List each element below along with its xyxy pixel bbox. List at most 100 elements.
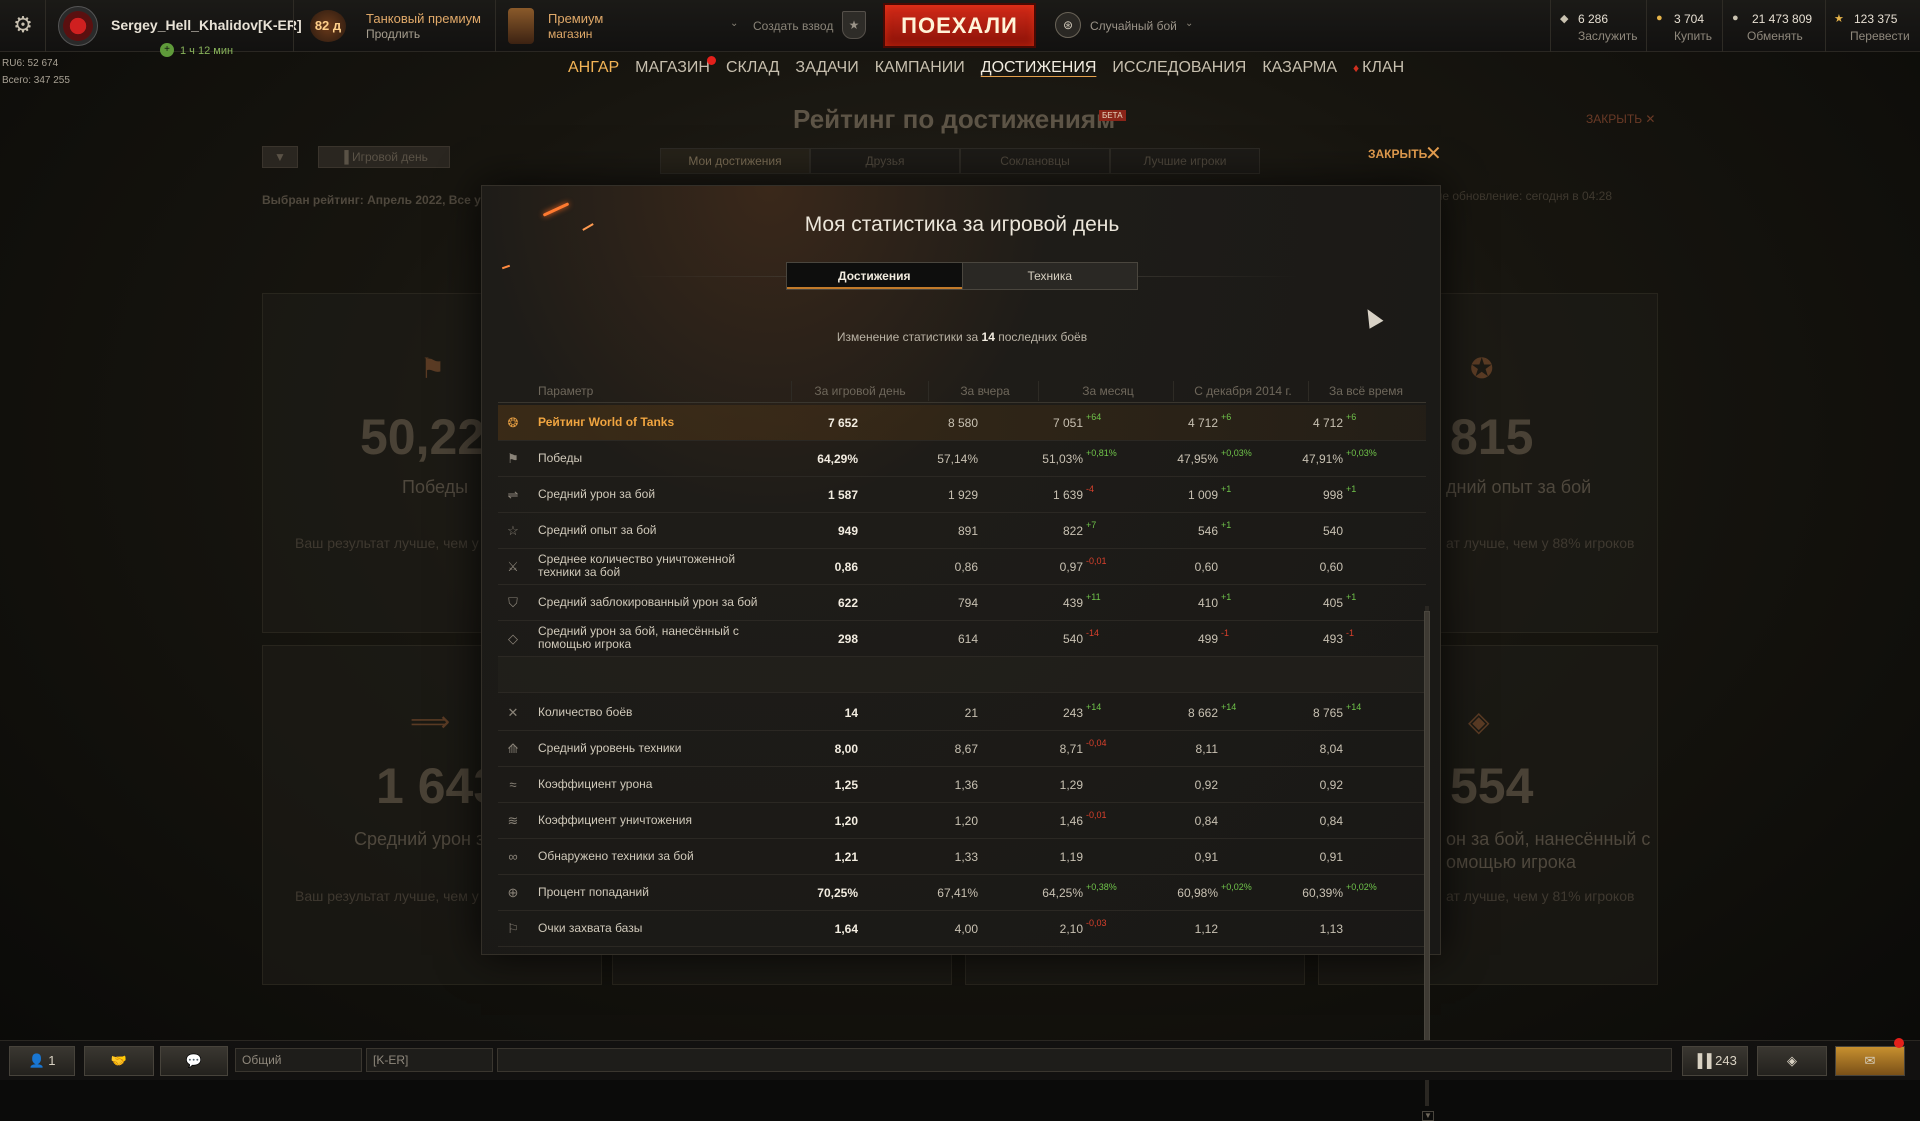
divider [1550,0,1551,52]
tier-icon: ⟰ [507,741,519,756]
premium-shop-icon[interactable] [508,8,534,44]
table-row: ⚑ Победы 64,29% 57,14% 51,03% +0,81% 47,95% +0,… [498,441,1426,477]
credits-exchange-button[interactable]: Обменять [1747,29,1803,43]
chevron-down-icon[interactable]: ⌄ [1185,18,1193,29]
online-button[interactable]: ▐▐ 243 [1682,1046,1748,1076]
bg-card-label: омощью игрока [1446,852,1577,872]
delta-month: +7 [1086,520,1097,530]
sessions-icon[interactable]: ◈ [1757,1046,1827,1076]
delta-since: -1 [1221,628,1230,638]
gold-buy-button[interactable]: Купить [1674,29,1712,43]
cell-month: 51,03% [1042,452,1083,466]
battle-button[interactable]: ПОЕХАЛИ [883,3,1036,48]
cell-month: 439 [1062,596,1083,610]
premium-timer-icon: + [160,43,174,57]
clan-emblem[interactable] [58,6,98,46]
cell-all: 8 765 [1312,706,1343,720]
scrollbar-thumb[interactable] [1424,611,1430,1051]
battle-mode-select[interactable]: Случайный бой [1090,19,1177,33]
cell-day: 0,86 [834,560,858,574]
tab-achievements[interactable]: Достижения [787,263,963,289]
delta-month: -4 [1086,484,1095,494]
credits-icon: ● [1732,12,1739,24]
row-label: Коэффициент уничтожения [538,813,692,827]
premium-shop-title[interactable]: Премиум [548,11,603,26]
cell-all: 0,92 [1319,778,1343,792]
player-name[interactable]: Sergey_Hell_Khalidov[K-ER] [111,17,302,33]
nav-barracks[interactable]: КАЗАРМА [1254,59,1345,83]
cell-yesterday: 57,14% [937,452,978,466]
delta-since: +0,03% [1221,448,1252,458]
row-label: Очки захвата базы [538,921,643,935]
cell-since: 0,84 [1194,814,1218,828]
subtab-friends[interactable]: Друзья [810,148,960,174]
flag-icon: ⚑ [507,451,519,466]
free-xp-convert-button[interactable]: Перевести [1850,29,1910,43]
nav-missions[interactable]: ЗАДАЧИ [787,59,866,83]
chat-channel-general[interactable]: Общий [235,1048,362,1072]
filter-icon[interactable]: ▼ [262,146,298,168]
modal-close-button[interactable]: ЗАКРЫТЬ [1368,147,1427,161]
subtab-best-players[interactable]: Лучшие игроки [1110,148,1260,174]
contacts-button[interactable]: 👤 1 [9,1046,75,1076]
delta-since: +1 [1221,520,1232,530]
cell-all: 493 [1322,632,1343,646]
nav-research[interactable]: ИССЛЕДОВАНИЯ [1104,59,1254,83]
bg-card-label: он за бой, нанесённый с [1446,829,1651,849]
gear-icon[interactable]: ⚙ [10,12,36,38]
star-icon: ✪ [1470,353,1494,384]
nav-shop[interactable]: МАГАЗИН [627,56,718,83]
notifications-icon[interactable]: ✉ [1835,1046,1905,1076]
premium-shop-sub[interactable]: магазин [548,27,592,41]
subtab-clanmates[interactable]: Соклановцы [960,148,1110,174]
notification-badge [1894,1038,1904,1048]
nav-hangar[interactable]: АНГАР [560,59,627,83]
nav-clan[interactable]: ♦ КЛАН [1345,59,1412,83]
nav-achievements[interactable]: ДОСТИЖЕНИЯ [973,59,1105,83]
cell-month: 1 639 [1052,488,1083,502]
table-row: ☆ Средний опыт за бой 949 891 822 +7 546 +1 540 [498,513,1426,549]
close-icon[interactable]: ✕ [1425,141,1442,166]
premium-extend-link[interactable]: Продлить [366,27,420,41]
cell-yesterday: 1,36 [954,778,978,792]
cell-since: 1,12 [1194,922,1218,936]
premium-days-badge[interactable]: 82 д [310,10,346,42]
page-close-button[interactable]: ЗАКРЫТЬ ✕ [1586,112,1655,126]
subtab-my-achievements[interactable]: Мои достижения [660,148,810,174]
delta-month: -0,01 [1086,810,1107,820]
platoon-icon[interactable]: ★ [842,11,866,39]
chat-icon[interactable]: 💬 [160,1046,228,1076]
credits-value: 21 473 809 [1752,12,1813,26]
tab-vehicles[interactable]: Техника [963,263,1138,289]
chat-channel-clan[interactable]: [K-ER] [366,1048,493,1072]
row-label: Коэффициент урона [538,777,653,791]
divider [1825,0,1826,52]
rating-subtabs: Мои достижения Друзья Соклановцы Лучшие … [660,148,1260,174]
bg-card-number: 554 [1450,758,1534,814]
bg-card-sub: ат лучше, чем у 88% игроков [1446,535,1635,551]
free-xp-value: 123 375 [1854,12,1898,26]
bg-card-label: дний опыт за бой [1446,477,1592,497]
table-row: ≈ Коэффициент урона 1,25 1,36 1,29 0,92 0,92 [498,767,1426,803]
cell-day: 949 [837,524,858,538]
column-header: За всё время [1329,384,1403,398]
bg-card-sub: ат лучше, чем у 81% игроков [1446,888,1635,904]
handshake-icon[interactable]: 🤝 [84,1046,154,1076]
shield-icon: ⛉ [508,595,518,610]
day-filter-button[interactable]: ▐ Игровой день [318,146,450,168]
scroll-down-icon[interactable]: ▼ [1422,1111,1434,1121]
chevron-down-icon[interactable]: ⌄ [730,18,738,29]
cell-since: 47,95% [1177,452,1218,466]
battle-mode-icon[interactable]: ⊛ [1055,12,1081,38]
nav-campaigns[interactable]: КАМПАНИИ [867,59,973,83]
bonds-earn-button[interactable]: Заслужить [1578,29,1638,43]
nav-depot[interactable]: СКЛАД [718,59,787,83]
damage-ratio-icon: ≈ [509,777,517,792]
premium-title[interactable]: Танковый премиум [366,11,481,26]
table-row: ⚐ Очки захвата базы 1,64 4,00 2,10 -0,03 1,12 1… [498,911,1426,947]
create-platoon-button[interactable]: Создать взвод [753,19,833,33]
cell-month: 2,10 [1059,922,1083,936]
rating-line: Всего: 347 255 [2,75,70,86]
last-update: дние обновление: сегодня в 04:28 [1422,189,1613,203]
divider [928,381,929,401]
